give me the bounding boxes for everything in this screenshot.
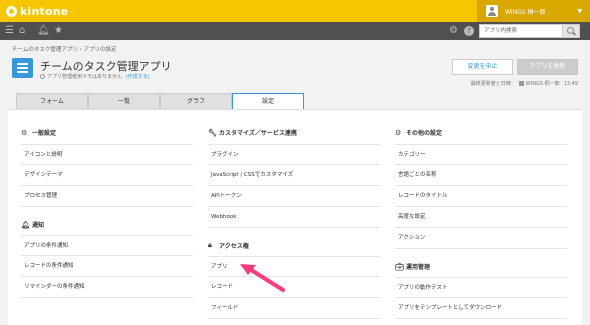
logo-text: kintone — [20, 4, 69, 18]
home-icon[interactable]: ⌂ — [19, 25, 25, 37]
settings-item-field-access[interactable]: フィールド — [208, 298, 380, 319]
user-avatar-icon — [486, 5, 498, 17]
section-title: カスタマイズ／サービス連携 — [219, 130, 297, 137]
last-updated-user[interactable]: WINGS 桐一郎 — [526, 80, 560, 87]
bell-icon[interactable]: 🔔︎ — [37, 25, 50, 37]
settings-item-action[interactable]: アクション — [395, 228, 567, 249]
last-updated-time: 13:49 — [563, 80, 578, 87]
app-memo: アプリ管理者用メモはありません (作成する) — [40, 73, 150, 80]
pointer-arrow-icon — [240, 264, 285, 292]
breadcrumb[interactable]: チームのタスク管理アプリ › アプリの設定 — [12, 45, 117, 53]
last-updated-label: 最終更新者と日時： — [470, 81, 516, 87]
settings-item-category[interactable]: カテゴリー — [395, 144, 567, 165]
kintone-logo[interactable]: kintone — [6, 4, 68, 18]
create-memo-link[interactable]: (作成する) — [126, 73, 150, 80]
settings-item-download-template[interactable]: アプリをテンプレートとしてダウンロード — [395, 298, 567, 319]
settings-item-webhook[interactable]: Webhook — [208, 207, 380, 228]
user-name: WINGS 桐一郎 — [505, 8, 546, 16]
app-memo-text: アプリ管理者用メモはありません — [47, 74, 122, 80]
help-icon[interactable]: ? — [464, 26, 474, 36]
tab-settings[interactable]: 設定 — [232, 93, 304, 110]
section-title: 一般設定 — [32, 130, 57, 137]
section-other: ⚙ その他の設定 — [395, 128, 443, 138]
search-icon[interactable] — [563, 24, 580, 38]
updater-avatar-icon — [518, 81, 524, 86]
last-updated-info: 最終更新者と日時： WINGS 桐一郎 13:49 — [455, 80, 578, 88]
settings-item-record-title[interactable]: レコードのタイトル — [395, 186, 567, 207]
section-title: その他の設定 — [406, 130, 443, 137]
section-customize: 🔧︎ カスタマイズ／サービス連携 — [208, 128, 297, 138]
top-bar: kintone WINGS 桐一郎 ▼ — [0, 0, 590, 22]
wrench-icon: 🔧︎ — [208, 128, 217, 137]
settings-item-js-css[interactable]: JavaScript / CSSでカスタマイズ — [208, 165, 380, 186]
page-title: チームのタスク管理アプリ — [40, 60, 172, 73]
section-title: 運用管理 — [406, 264, 431, 271]
section-general: ⚙ 一般設定 — [21, 128, 57, 138]
settings-item-app-notification[interactable]: アプリの条件通知 — [21, 235, 193, 256]
tab-form[interactable]: フォーム — [16, 93, 88, 109]
user-menu[interactable]: WINGS 桐一郎 ▼ — [477, 0, 590, 22]
cancel-changes-button[interactable]: 変更を中止 — [452, 59, 513, 75]
section-access: 🔒︎ アクセス権 — [208, 241, 249, 250]
section-operations: 💼︎ 運用管理 — [395, 262, 431, 272]
gears-icon: ⚙ — [395, 128, 402, 137]
settings-item-record-notification[interactable]: レコードの条件通知 — [21, 256, 193, 277]
settings-item-design-theme[interactable]: デザインテーマ — [21, 165, 193, 186]
tab-graph[interactable]: グラフ — [160, 93, 232, 109]
update-app-button[interactable]: アプリを更新 — [517, 59, 578, 75]
settings-item-app-test[interactable]: アプリの動作テスト — [395, 277, 567, 298]
section-notifications: 🔔︎ 通知 — [21, 220, 45, 230]
bell-icon: 🔔︎ — [21, 220, 30, 229]
logo-mark-icon — [6, 5, 17, 17]
briefcase-icon: 💼︎ — [395, 262, 404, 271]
settings-item-api-token[interactable]: APIトークン — [208, 186, 380, 207]
lock-icon: 🔒︎ — [208, 241, 212, 249]
settings-item-language-names[interactable]: 言語ごとの名称 — [395, 165, 567, 186]
settings-item-reminder-notification[interactable]: リマインダーの条件通知 — [21, 277, 193, 298]
app-list-icon — [12, 58, 33, 78]
menu-icon[interactable]: ☰ — [5, 25, 14, 37]
search-input[interactable]: アプリ内検索 — [479, 24, 563, 38]
star-icon[interactable]: ★ — [54, 25, 63, 37]
settings-item-advanced[interactable]: 高度な設定 — [395, 207, 567, 228]
settings-item-plugin[interactable]: プラグイン — [208, 144, 380, 165]
gear-icon: ⚙ — [21, 128, 28, 137]
section-title: 通知 — [32, 222, 45, 229]
chevron-down-icon: ▼ — [577, 8, 582, 15]
section-title: アクセス権 — [219, 243, 249, 250]
settings-gear-icon[interactable]: ⚙ — [449, 25, 458, 37]
tab-list[interactable]: 一覧 — [88, 93, 160, 109]
settings-item-process-management[interactable]: プロセス管理 — [21, 186, 193, 207]
settings-item-icon-description[interactable]: アイコンと説明 — [21, 144, 193, 165]
info-icon — [40, 74, 45, 79]
